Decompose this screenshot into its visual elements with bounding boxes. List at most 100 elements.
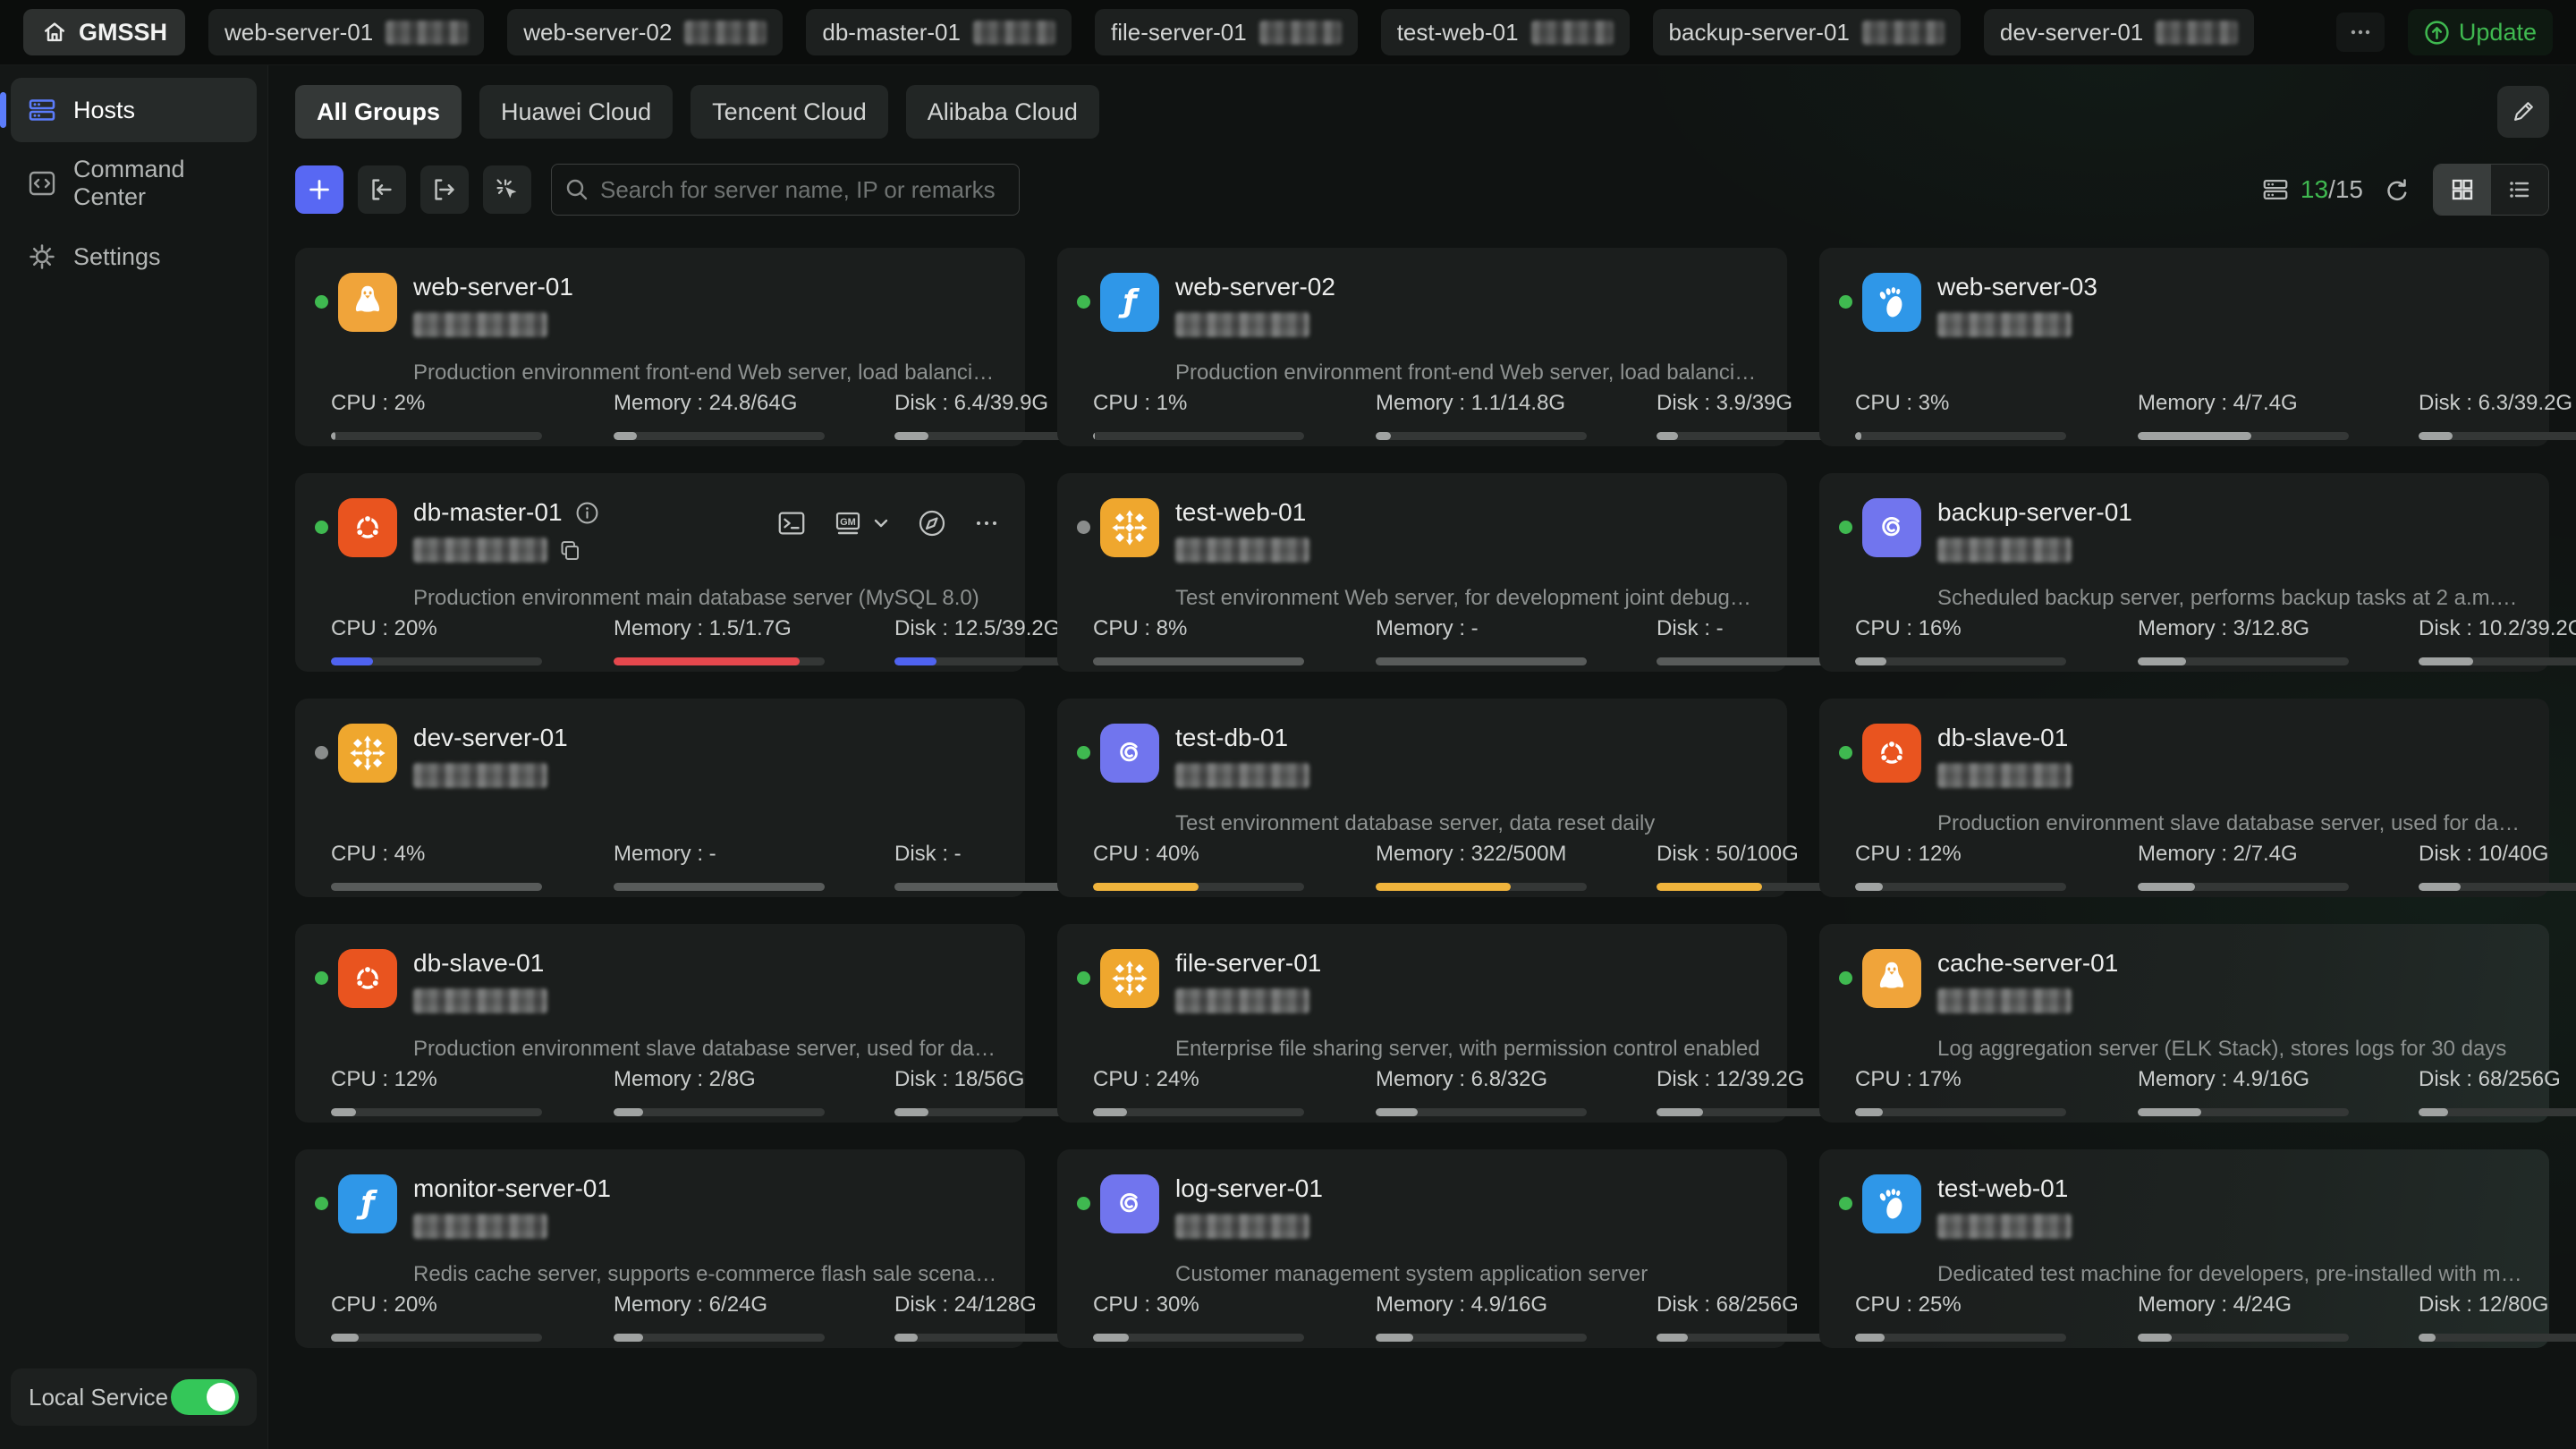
- host-card[interactable]: dev-server-01 CPU : 4% Memory : - Disk :…: [295, 699, 1025, 897]
- redacted-ip: [2156, 21, 2238, 45]
- stat-bar: [331, 432, 542, 440]
- sidebar-item-settings[interactable]: Settings: [11, 225, 257, 289]
- host-card[interactable]: file-server-01 Enterprise file sharing s…: [1057, 924, 1787, 1123]
- server-tab[interactable]: file-server-01: [1095, 9, 1358, 55]
- chevron-down-icon[interactable]: [871, 513, 891, 533]
- host-card[interactable]: test-db-01 Test environment database ser…: [1057, 699, 1787, 897]
- stat-label: CPU : 1%: [1093, 391, 1376, 416]
- edit-groups-button[interactable]: [2497, 86, 2549, 138]
- stat-bar: [1376, 1334, 1587, 1342]
- host-name: log-server-01: [1175, 1174, 1323, 1203]
- host-card[interactable]: ƒ monitor-server-01 Redis cache server, …: [295, 1149, 1025, 1348]
- update-label: Update: [2459, 19, 2537, 47]
- batch-select-button[interactable]: [483, 165, 531, 214]
- more-tabs-button[interactable]: [2336, 13, 2385, 52]
- gnome-os-icon: [1862, 1174, 1921, 1233]
- stat: Memory : 1.5/1.7G: [614, 616, 894, 665]
- update-icon: [2424, 20, 2450, 46]
- tux-os-icon: [1862, 949, 1921, 1008]
- stat-bar: [1855, 432, 2066, 440]
- stat-label: CPU : 12%: [1855, 842, 2138, 867]
- stat: Memory : 4/7.4G: [2138, 391, 2419, 440]
- grid-view-button[interactable]: [2434, 165, 2491, 215]
- host-card[interactable]: test-web-01 Test environment Web server,…: [1057, 473, 1787, 672]
- redacted-ip: [973, 21, 1055, 45]
- gnome-os-icon: [1862, 273, 1921, 332]
- redacted-ip: [413, 1214, 547, 1239]
- stat-bar: [1093, 657, 1304, 665]
- host-card[interactable]: web-server-03 CPU : 3% Memory : 4/7.4G D…: [1819, 248, 2549, 446]
- server-tab[interactable]: web-server-01: [208, 9, 484, 55]
- host-card[interactable]: test-web-01 Dedicated test machine for d…: [1819, 1149, 2549, 1348]
- host-card[interactable]: db-slave-01 Production environment slave…: [295, 924, 1025, 1123]
- refresh-icon[interactable]: [2381, 175, 2410, 204]
- stat-bar: [614, 883, 825, 891]
- stat-bar: [1093, 1108, 1304, 1116]
- card-stats: CPU : 17% Memory : 4.9/16G Disk : 68/256…: [1855, 1067, 2524, 1116]
- main-content: All Groups Huawei Cloud Tencent Cloud Al…: [268, 65, 2576, 1449]
- host-card[interactable]: db-slave-01 Production environment slave…: [1819, 699, 2549, 897]
- server-tab[interactable]: db-master-01: [806, 9, 1072, 55]
- stat-bar: [2138, 883, 2349, 891]
- sidebar-item-command-center[interactable]: Command Center: [11, 151, 257, 216]
- info-icon[interactable]: [575, 501, 599, 525]
- stat-label: Disk : 10/40G: [2419, 842, 2576, 867]
- status-dot: [1839, 971, 1852, 985]
- group-tab-huawei[interactable]: Huawei Cloud: [479, 85, 673, 139]
- import-button[interactable]: [358, 165, 406, 214]
- server-tab[interactable]: web-server-02: [507, 9, 783, 55]
- redacted-ip: [1175, 1214, 1309, 1239]
- terminal-icon[interactable]: [776, 508, 807, 538]
- local-service-toggle[interactable]: [171, 1379, 239, 1415]
- host-description: Enterprise file sharing server, with per…: [1175, 1037, 1760, 1062]
- stat-bar: [1376, 657, 1587, 665]
- copy-icon[interactable]: [558, 538, 581, 562]
- group-tab-tencent[interactable]: Tencent Cloud: [691, 85, 888, 139]
- server-count-icon: [2261, 175, 2290, 204]
- server-tab-label: web-server-01: [225, 19, 373, 47]
- gm-terminal-group[interactable]: GM: [832, 507, 891, 539]
- update-button[interactable]: Update: [2408, 9, 2553, 55]
- redacted-ip: [1937, 988, 2072, 1013]
- server-tab[interactable]: test-web-01: [1381, 9, 1630, 55]
- stat-label: Memory : 6/24G: [614, 1292, 894, 1318]
- host-card[interactable]: log-server-01 Customer management system…: [1057, 1149, 1787, 1348]
- stat: Memory : -: [1376, 616, 1657, 665]
- host-card[interactable]: db-master-01 GM Production environment m…: [295, 473, 1025, 672]
- search-input[interactable]: [551, 164, 1020, 216]
- host-card[interactable]: cache-server-01 Log aggregation server (…: [1819, 924, 2549, 1123]
- server-tab[interactable]: backup-server-01: [1653, 9, 1961, 55]
- stat: CPU : 4%: [331, 842, 614, 891]
- list-view-button[interactable]: [2491, 165, 2548, 215]
- status-dot: [1077, 295, 1090, 309]
- stat-bar: [331, 657, 542, 665]
- redacted-ip: [1531, 21, 1614, 45]
- host-name: backup-server-01: [1937, 498, 2132, 527]
- group-tab-alibaba[interactable]: Alibaba Cloud: [906, 85, 1099, 139]
- sidebar-item-hosts[interactable]: Hosts: [11, 78, 257, 142]
- host-name: test-db-01: [1175, 724, 1288, 752]
- tux-os-icon: [338, 273, 397, 332]
- host-name: web-server-01: [413, 273, 573, 301]
- card-stats: CPU : 25% Memory : 4/24G Disk : 12/80G: [1855, 1292, 2524, 1342]
- server-tab[interactable]: dev-server-01: [1984, 9, 2254, 55]
- stat-bar: [2138, 432, 2349, 440]
- card-stats: CPU : 3% Memory : 4/7.4G Disk : 6.3/39.2…: [1855, 391, 2524, 440]
- stat: CPU : 8%: [1093, 616, 1376, 665]
- host-card[interactable]: web-server-01 Production environment fro…: [295, 248, 1025, 446]
- add-host-button[interactable]: [295, 165, 343, 214]
- stat-bar: [614, 1334, 825, 1342]
- app-logo[interactable]: GMSSH: [23, 9, 185, 55]
- browser-compass-icon[interactable]: [916, 507, 948, 539]
- host-card[interactable]: ƒ web-server-02 Production environment f…: [1057, 248, 1787, 446]
- stat-label: Memory : 4.9/16G: [1376, 1292, 1657, 1318]
- stat-label: Memory : 3/12.8G: [2138, 616, 2419, 641]
- more-actions-icon[interactable]: [973, 510, 1000, 537]
- export-button[interactable]: [420, 165, 469, 214]
- group-tab-all[interactable]: All Groups: [295, 85, 462, 139]
- stat-bar: [331, 1334, 542, 1342]
- status-dot: [315, 1197, 328, 1210]
- host-card[interactable]: backup-server-01 Scheduled backup server…: [1819, 473, 2549, 672]
- host-description: Production environment slave database se…: [413, 1037, 998, 1062]
- status-dot: [1077, 521, 1090, 534]
